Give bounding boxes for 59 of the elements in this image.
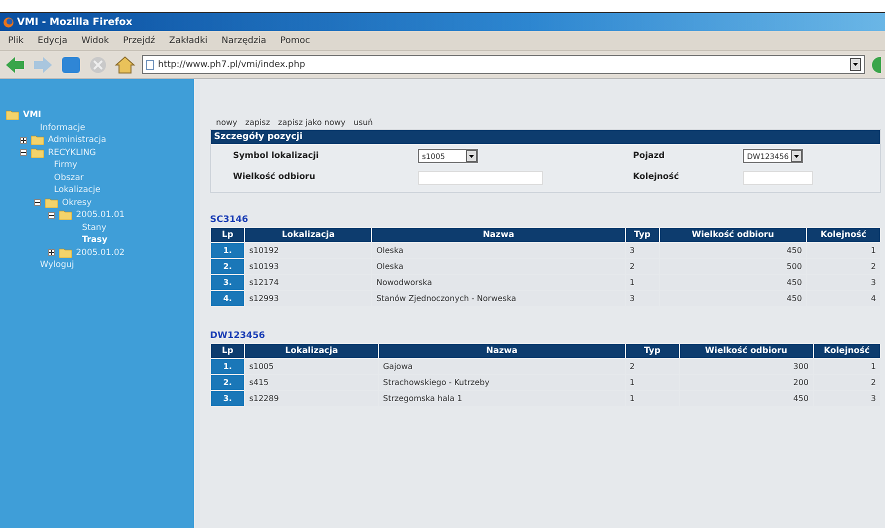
dropdown-icon[interactable]	[791, 150, 802, 162]
menu-item[interactable]: Narzędzia	[222, 36, 266, 46]
column-header: Kolejność	[806, 228, 880, 242]
menu-item[interactable]: Edycja	[38, 36, 68, 46]
action-link[interactable]: nowy	[216, 118, 238, 126]
home-icon[interactable]	[114, 54, 136, 74]
dropdown-icon[interactable]	[466, 150, 477, 162]
input-field[interactable]	[418, 170, 543, 184]
address-field[interactable]: http://www.ph7.pl/vmi/index.php	[142, 55, 865, 74]
collapse-toggle[interactable]	[20, 149, 27, 156]
column-header: Wielkość odbioru	[660, 228, 806, 242]
column-header: Nazwa	[372, 228, 625, 242]
column-header: Lokalizacja	[245, 228, 372, 242]
menu-item[interactable]: Zakładki	[169, 36, 208, 46]
folder-icon	[45, 198, 58, 208]
field-label: Wielkość odbioru	[233, 172, 316, 182]
row-number: 3.	[211, 275, 244, 290]
column-header: Typ	[626, 344, 679, 358]
action-link[interactable]: usuń	[354, 118, 373, 126]
action-link[interactable]: zapisz jako nowy	[278, 118, 346, 126]
dropdown-icon[interactable]	[850, 58, 861, 71]
collapse-toggle[interactable]	[48, 212, 55, 219]
field-label: Kolejność	[633, 172, 680, 182]
input-field[interactable]	[743, 170, 813, 184]
window-title: VMI - Mozilla Firefox	[17, 16, 132, 28]
column-header: Lp	[211, 344, 244, 358]
column-header: Lokalizacja	[245, 344, 378, 358]
collapse-toggle[interactable]	[34, 199, 41, 206]
field-label: Pojazd	[633, 151, 666, 161]
url-text: http://www.ph7.pl/vmi/index.php	[158, 60, 306, 70]
menu-item[interactable]: Przejdź	[122, 36, 156, 46]
page-icon	[146, 60, 154, 70]
column-header: Lp	[211, 228, 244, 242]
row-number: 1.	[211, 243, 244, 258]
menu-item[interactable]: Pomoc	[280, 36, 310, 46]
column-header: Typ	[626, 228, 659, 242]
folder-icon	[31, 148, 44, 158]
row-number: 4.	[211, 291, 244, 306]
folder-icon	[59, 210, 72, 220]
menu-item[interactable]: Plik	[8, 36, 24, 46]
action-link[interactable]: zapisz	[245, 118, 270, 126]
expand-toggle[interactable]	[20, 136, 27, 144]
column-header: Nazwa	[378, 344, 625, 358]
column-header: Wielkość odbioru	[680, 344, 813, 358]
folder-icon	[6, 110, 19, 120]
expand-toggle[interactable]	[48, 249, 55, 256]
row-number: 2.	[211, 375, 244, 390]
row-number: 3.	[211, 391, 244, 406]
row-number: 2.	[211, 259, 244, 274]
table-title: SC3146	[210, 215, 250, 227]
column-header: Kolejność	[814, 344, 880, 358]
folder-icon	[31, 135, 44, 146]
folder-icon	[59, 248, 72, 258]
table-title: DW123456	[210, 331, 266, 343]
row-number: 1.	[211, 359, 244, 374]
field-label: Symbol lokalizacji	[233, 151, 320, 161]
browser-logo-icon	[3, 16, 14, 28]
menu-item[interactable]: Widok	[81, 36, 109, 46]
panel-header: Szczegóły pozycji	[211, 130, 880, 144]
